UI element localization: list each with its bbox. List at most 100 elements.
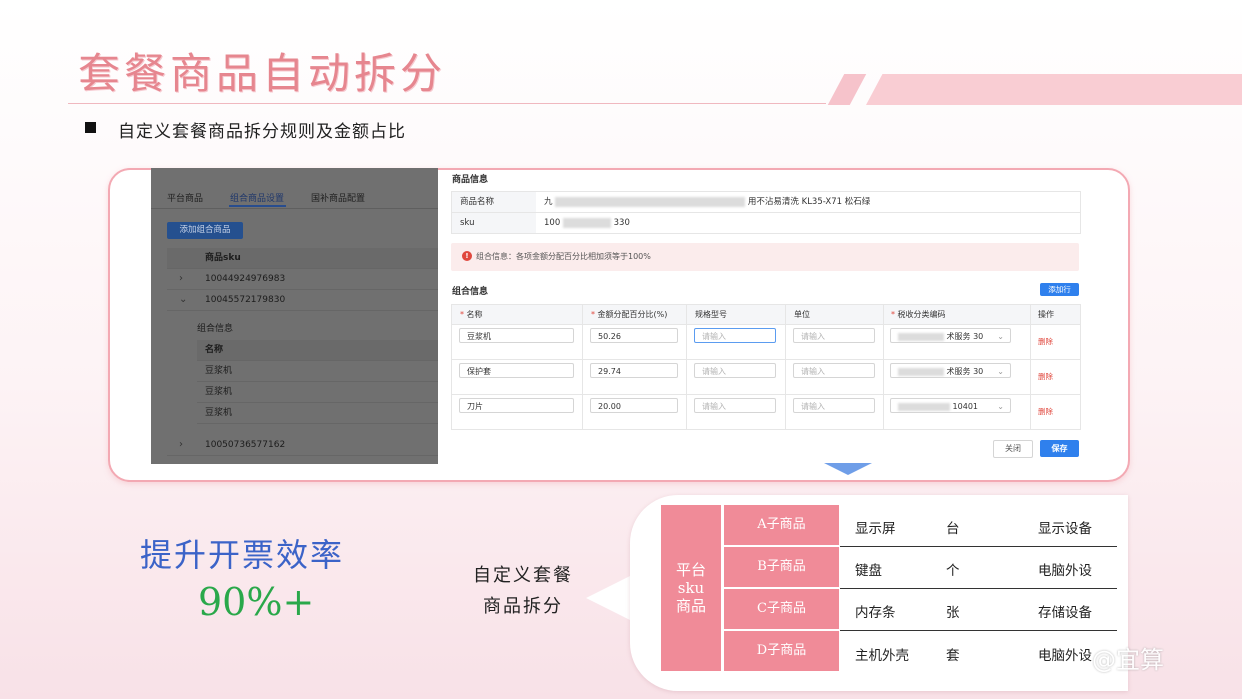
custom-split-line2: 商品拆分 — [483, 596, 563, 617]
chevron-right-icon[interactable]: › — [179, 269, 183, 289]
child-category: 存储设备 — [1038, 605, 1092, 621]
row-divider — [840, 588, 1117, 589]
child-name: 主机外壳 — [855, 648, 909, 664]
custom-split-line1: 自定义套餐 — [473, 565, 573, 586]
col-header-action: 操作 — [1038, 310, 1054, 319]
chevron-down-icon[interactable]: ⌄ — [179, 290, 187, 310]
row-divider — [452, 394, 1080, 395]
decor-stripe-large — [866, 74, 1242, 105]
sku-value: 100 330 — [544, 213, 630, 233]
row-sku: 10044924976983 — [205, 274, 286, 284]
title-rule — [68, 103, 826, 104]
efficiency-label: 提升开票效率 — [140, 536, 345, 574]
custom-split-text: 自定义套餐 商品拆分 — [468, 560, 578, 622]
platform-sku-label: 平台sku商品 — [675, 561, 706, 615]
combo-info-heading: 组合信息 — [452, 287, 489, 297]
save-button[interactable]: 保存 — [1040, 440, 1079, 457]
name-suffix: 用不沾易清洗 KL35-X71 松石绿 — [747, 197, 871, 207]
product-info-table: 商品名称 九 用不沾易清洗 KL35-X71 松石绿 sku 100 330 — [451, 191, 1081, 234]
row-sku: 10050736577162 — [205, 440, 286, 450]
chevron-right-icon[interactable]: › — [179, 435, 183, 455]
group-header-name: 名称 — [205, 345, 224, 355]
tax-code-select[interactable]: 10401 ⌄ — [890, 398, 1011, 413]
redacted-block — [898, 367, 944, 376]
column-header-sku: 商品sku — [205, 253, 241, 263]
child-label-a: A子商品 — [724, 505, 839, 545]
info-alert: ! 组合信息：各项金额分配百分比相加须等于100% — [451, 243, 1079, 271]
name-input[interactable]: 豆浆机 — [459, 328, 574, 343]
chevron-down-icon: ⌄ — [997, 367, 1004, 376]
left-panel: 平台商品 组合商品设置 国补商品配置 添加组合商品 商品sku › 100449… — [151, 168, 438, 464]
col-divider — [785, 305, 786, 429]
child-category: 电脑外设 — [1038, 648, 1092, 664]
child-unit: 套 — [946, 648, 960, 664]
add-row-button[interactable]: 添加行 — [1040, 283, 1079, 296]
tab-combo-settings[interactable]: 组合商品设置 — [230, 191, 284, 204]
col-divider — [686, 305, 687, 429]
col-divider — [883, 305, 884, 429]
tab-platform-goods[interactable]: 平台商品 — [167, 191, 203, 204]
name-value: 九 用不沾易清洗 KL35-X71 松石绿 — [544, 192, 870, 212]
name-input[interactable]: 保护套 — [459, 363, 574, 378]
chevron-down-icon: ⌄ — [997, 332, 1004, 341]
efficiency-value: 90%+ — [198, 580, 315, 624]
callout-pointer — [586, 574, 634, 622]
delete-button[interactable]: 删除 — [1038, 336, 1053, 347]
row-divider — [840, 630, 1117, 631]
percent-input[interactable]: 20.00 — [590, 398, 678, 413]
child-category: 电脑外设 — [1038, 563, 1092, 579]
child-name: 显示屏 — [855, 521, 896, 537]
slide-title: 套餐商品自动拆分 — [78, 49, 447, 98]
percent-input[interactable]: 29.74 — [590, 363, 678, 378]
active-tab-indicator — [229, 205, 286, 207]
child-unit: 张 — [946, 605, 960, 621]
sku-suffix: 330 — [613, 218, 630, 228]
group-title: 组合信息 — [197, 324, 234, 334]
child-name: 键盘 — [855, 563, 882, 579]
percent-input[interactable]: 50.26 — [590, 328, 678, 343]
spec-input[interactable]: 请输入 — [694, 328, 776, 343]
add-combo-goods-button[interactable]: 添加组合商品 — [167, 222, 243, 239]
square-bullet-icon — [85, 122, 96, 133]
table-row[interactable]: ⌄ 10045572179830 — [167, 290, 438, 311]
redacted-block — [898, 332, 944, 341]
child-label-b: B子商品 — [724, 547, 839, 587]
unit-input[interactable]: 请输入 — [793, 363, 875, 378]
table-row[interactable]: › 10050736577162 — [167, 435, 438, 456]
spec-input[interactable]: 请输入 — [694, 363, 776, 378]
redacted-block — [562, 217, 611, 228]
arrow-down-icon — [824, 463, 872, 475]
table-row[interactable]: › 10044924976983 — [167, 269, 438, 290]
delete-button[interactable]: 删除 — [1038, 406, 1053, 417]
list-item: 豆浆机 — [197, 403, 438, 424]
list-item: 豆浆机 — [197, 361, 438, 382]
name-input[interactable]: 刀片 — [459, 398, 574, 413]
delete-button[interactable]: 删除 — [1038, 371, 1053, 382]
warning-icon: ! — [462, 251, 472, 261]
col-header-percent: * 金额分配百分比(%) — [591, 310, 668, 319]
child-category: 显示设备 — [1038, 521, 1092, 537]
child-label-d: D子商品 — [724, 631, 839, 671]
unit-input[interactable]: 请输入 — [793, 328, 875, 343]
row-divider — [452, 359, 1080, 360]
group-item-name: 豆浆机 — [205, 387, 233, 397]
redacted-block — [555, 196, 746, 207]
alert-text: 组合信息：各项金额分配百分比相加须等于100% — [476, 252, 651, 261]
tab-subsidy-config[interactable]: 国补商品配置 — [311, 191, 365, 204]
combo-table-header — [452, 305, 1080, 325]
tab-divider — [151, 208, 438, 209]
close-button[interactable]: 关闭 — [993, 440, 1033, 458]
redacted-block — [898, 402, 950, 411]
bullet-text: 自定义套餐商品拆分规则及金额占比 — [118, 122, 406, 142]
watermark: @宜算 — [1092, 646, 1164, 674]
unit-input[interactable]: 请输入 — [793, 398, 875, 413]
group-header: 名称 — [197, 340, 438, 361]
child-name: 内存条 — [855, 605, 896, 621]
tax-code-value: 术服务 30 — [946, 332, 984, 341]
col-divider — [582, 305, 583, 429]
sku-prefix: 100 — [544, 218, 561, 228]
spec-input[interactable]: 请输入 — [694, 398, 776, 413]
tax-code-select[interactable]: 术服务 30 ⌄ — [890, 363, 1011, 378]
tax-code-select[interactable]: 术服务 30 ⌄ — [890, 328, 1011, 343]
platform-sku-box: 平台sku商品 — [661, 505, 721, 671]
